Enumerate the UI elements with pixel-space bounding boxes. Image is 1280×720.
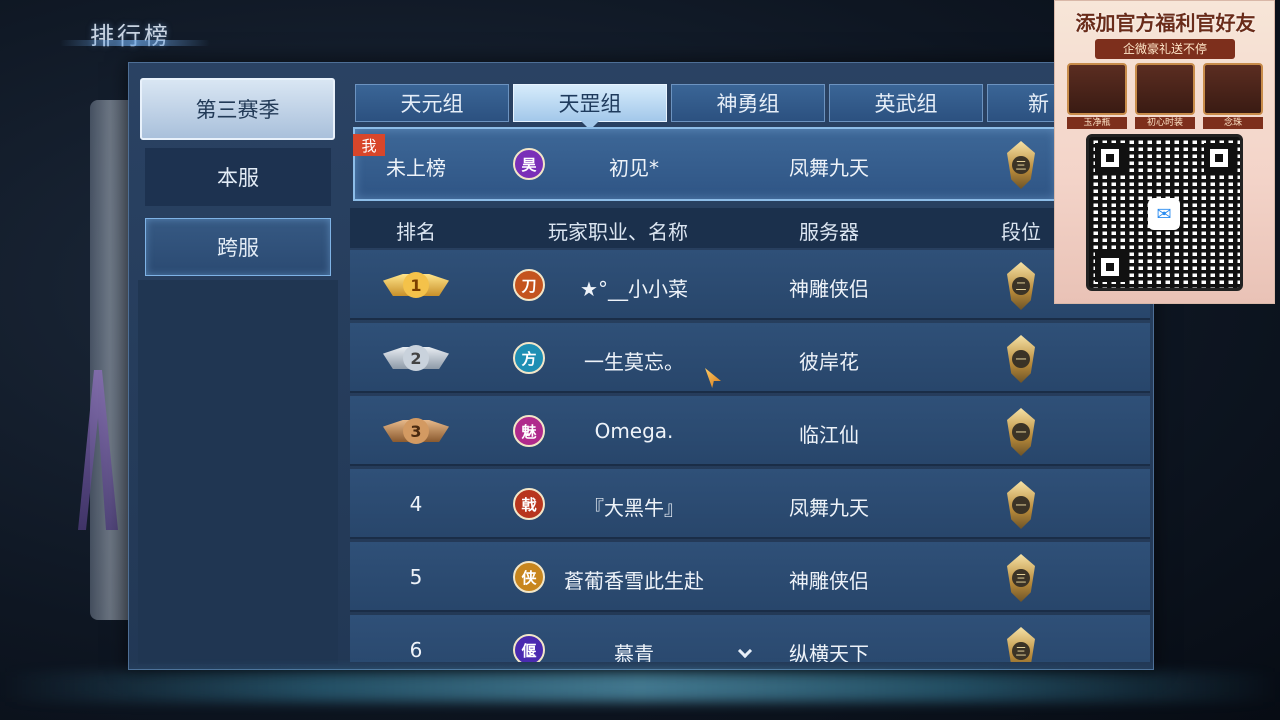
class-icon: 方 bbox=[513, 342, 545, 374]
class-icon: 戟 bbox=[513, 488, 545, 520]
class-icon: 魅 bbox=[513, 415, 545, 447]
tier-icon: 一 bbox=[1007, 334, 1035, 384]
gift-beads-icon bbox=[1203, 63, 1263, 115]
season-button[interactable]: 第三赛季 bbox=[140, 78, 335, 140]
my-tier-icon: 三 bbox=[1007, 140, 1035, 190]
rank-number: 6 bbox=[409, 638, 423, 662]
server-name: 临江仙 bbox=[799, 423, 859, 447]
me-badge: 我 bbox=[353, 134, 385, 156]
tier-icon: 二 bbox=[1007, 261, 1035, 311]
tab-tiangang[interactable]: 天罡组 bbox=[513, 84, 667, 122]
player-name: 慕青 bbox=[614, 642, 654, 662]
local-server-button[interactable]: 本服 bbox=[145, 148, 331, 206]
class-icon: 刀 bbox=[513, 269, 545, 301]
player-name: 一生莫忘。 bbox=[584, 350, 684, 374]
player-name: 蒼葡香雪此生赴 bbox=[564, 569, 704, 593]
column-header-row bbox=[350, 208, 1060, 248]
tier-icon: 三 bbox=[1007, 626, 1035, 662]
my-server: 凤舞九天 bbox=[789, 156, 869, 180]
group-tabs: 天元组 天罡组 神勇组 英武组 新 bbox=[355, 84, 1055, 122]
column-header-server: 服务器 bbox=[799, 220, 859, 244]
gift-label-vase: 玉净瓶 bbox=[1067, 117, 1127, 129]
ranking-list[interactable]: 1 刀 ★°__小小菜 神雕侠侣二 2 方一生莫忘。 彼岸花一 3 魅 Omega. 临江仙一 4 戟『… bbox=[350, 250, 1155, 662]
promo-subtitle: 企微豪礼送不停 bbox=[1095, 39, 1235, 59]
my-rank-row bbox=[353, 127, 1058, 201]
server-name: 神雕侠侣 bbox=[789, 569, 869, 593]
server-name: 彼岸花 bbox=[799, 350, 859, 374]
my-rank-value: 未上榜 bbox=[386, 156, 446, 180]
gold-medal-icon: 1 bbox=[383, 270, 449, 300]
rank-number: 5 bbox=[409, 565, 423, 589]
player-name: Omega. bbox=[594, 419, 674, 443]
bronze-medal-icon: 3 bbox=[383, 416, 449, 446]
tab-shenyong[interactable]: 神勇组 bbox=[671, 84, 825, 122]
gift-label-outfit: 初心时装 bbox=[1135, 117, 1195, 129]
my-player-name: 初见* bbox=[609, 156, 659, 180]
class-icon: 侠 bbox=[513, 561, 545, 593]
cross-server-button[interactable]: 跨服 bbox=[145, 218, 331, 276]
column-header-player: 玩家职业、名称 bbox=[548, 220, 688, 244]
server-name: 纵横天下 bbox=[789, 642, 869, 662]
wechat-work-icon: ✉ bbox=[1148, 198, 1180, 230]
server-name: 凤舞九天 bbox=[789, 496, 869, 520]
tier-icon: 一 bbox=[1007, 480, 1035, 530]
tier-icon: 三 bbox=[1007, 553, 1035, 603]
gift-vase-icon bbox=[1067, 63, 1127, 115]
bottom-glow bbox=[0, 672, 1280, 702]
tab-tianyuan[interactable]: 天元组 bbox=[355, 84, 509, 122]
player-name: 『大黑牛』 bbox=[584, 496, 684, 520]
silver-medal-icon: 2 bbox=[383, 343, 449, 373]
gift-outfit-icon bbox=[1135, 63, 1195, 115]
sidebar-fill bbox=[138, 280, 338, 664]
tab-xin[interactable]: 新 bbox=[987, 84, 1055, 122]
title-glow bbox=[60, 40, 210, 46]
gift-label-beads: 念珠 bbox=[1203, 117, 1263, 129]
player-name: ★°__小小菜 bbox=[580, 277, 688, 301]
class-icon: 偃 bbox=[513, 634, 545, 662]
tier-icon: 一 bbox=[1007, 407, 1035, 457]
promo-title: 添加官方福利官好友 bbox=[1075, 11, 1256, 35]
my-class-icon: 昊 bbox=[513, 148, 545, 180]
column-header-rank: 排名 bbox=[396, 220, 436, 244]
column-header-tier: 段位 bbox=[1001, 220, 1041, 244]
tab-yingwu[interactable]: 英武组 bbox=[829, 84, 983, 122]
server-name: 神雕侠侣 bbox=[789, 277, 869, 301]
rank-number: 4 bbox=[409, 492, 423, 516]
